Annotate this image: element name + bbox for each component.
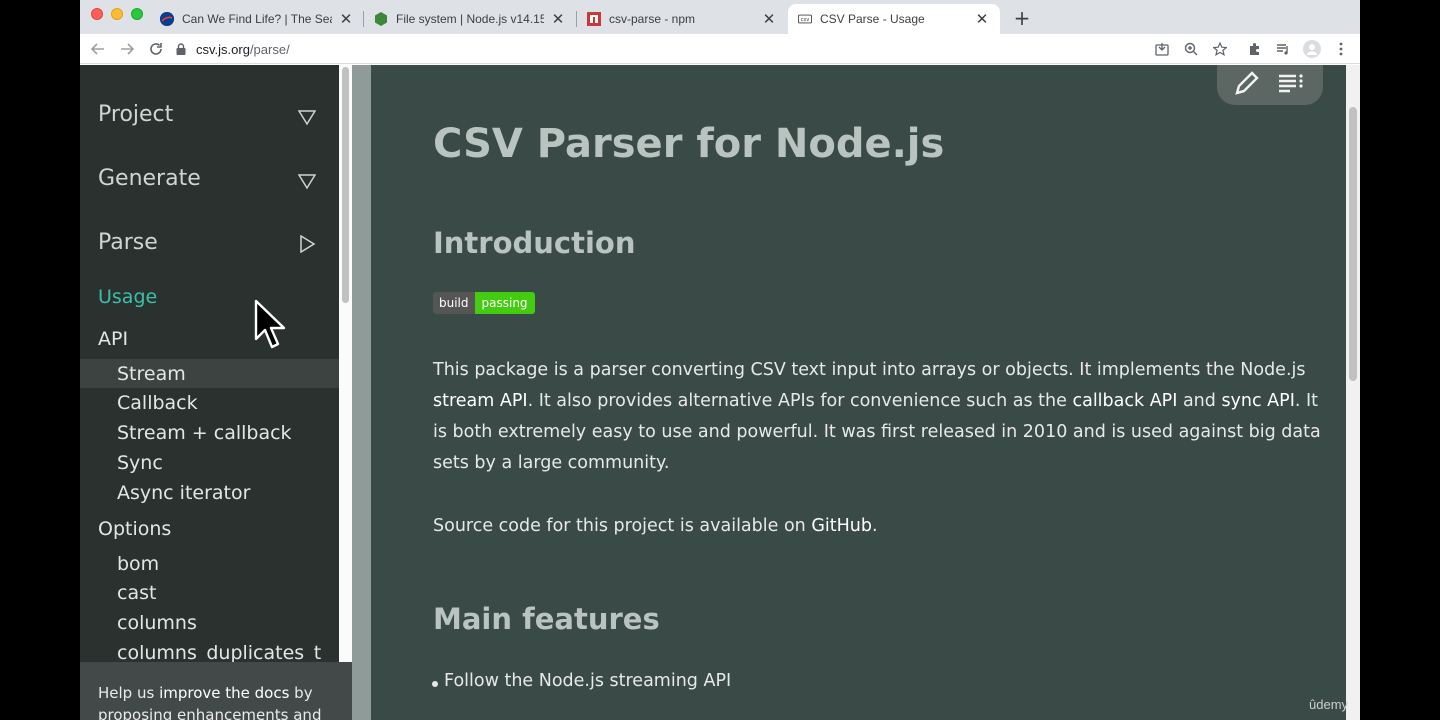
triangle-down-icon[interactable] <box>298 172 316 190</box>
tab-strip: Can We Find Life? | The Search ✕ File sy… <box>80 0 1360 34</box>
profile-avatar-icon[interactable] <box>1303 40 1321 58</box>
github-link[interactable]: GitHub <box>811 516 872 536</box>
sidebar-item-stream[interactable]: Stream <box>117 363 186 385</box>
sidebar-section-label: Parse <box>98 230 158 255</box>
content-gutter <box>352 65 371 720</box>
tab-csv-parse-usage[interactable]: csv CSV Parse - Usage ✕ <box>788 4 1000 34</box>
footer-text: by <box>289 684 313 702</box>
sidebar-nav: Project Generate Parse Usage API Stream … <box>80 65 339 662</box>
footer-line-2: proposing enhancements and <box>98 706 322 720</box>
callback-api-link[interactable]: callback API <box>1072 391 1177 411</box>
sidebar-section-label: Generate <box>98 166 201 191</box>
nodejs-icon <box>374 12 388 26</box>
sidebar-item-columns-duplicates[interactable]: columns_duplicates_t <box>117 642 321 662</box>
sync-api-link[interactable]: sync API <box>1221 391 1294 411</box>
csv-icon: csv <box>798 12 812 26</box>
triangle-right-icon[interactable] <box>298 235 316 253</box>
sidebar-item-columns[interactable]: columns <box>117 612 197 634</box>
sidebar-scrollbar-thumb[interactable] <box>342 67 349 303</box>
sidebar-section-generate[interactable]: Generate <box>98 166 201 191</box>
npm-icon <box>587 12 601 26</box>
install-app-icon[interactable] <box>1153 40 1171 58</box>
features-heading: Main features <box>433 602 660 636</box>
paragraph-text: and <box>1177 391 1222 411</box>
tab-title: csv-parse - npm <box>609 12 696 26</box>
feature-list-item: Follow the Node.js streaming API <box>431 671 732 691</box>
zoom-icon[interactable] <box>1182 40 1200 58</box>
close-icon[interactable]: ✕ <box>550 11 566 28</box>
floating-action-bar <box>1217 65 1323 105</box>
udemy-watermark: ûdemy <box>1309 697 1349 712</box>
forward-icon[interactable] <box>117 39 137 59</box>
main-scrollbar[interactable] <box>1346 65 1360 720</box>
new-tab-button[interactable]: + <box>1010 6 1034 30</box>
triangle-down-icon[interactable] <box>298 108 316 126</box>
tab-nasa[interactable]: Can We Find Life? | The Search ✕ <box>150 4 364 34</box>
footer-text: Help us <box>98 684 160 702</box>
sidebar-item-async-iterator[interactable]: Async iterator <box>117 482 250 504</box>
mouse-pointer-icon <box>254 299 286 349</box>
sidebar-section-parse[interactable]: Parse <box>98 230 158 255</box>
menu-kebab-icon[interactable] <box>1332 40 1350 58</box>
table-of-contents-icon[interactable] <box>1277 71 1305 97</box>
lock-icon <box>176 43 186 55</box>
tab-nodejs[interactable]: File system | Node.js v14.15.4 ✕ <box>364 4 576 34</box>
badge-status: passing <box>474 292 535 314</box>
sidebar-item-options[interactable]: Options <box>98 518 171 540</box>
page-title: CSV Parser for Node.js <box>433 121 945 167</box>
stream-api-link[interactable]: stream API <box>433 391 528 411</box>
sidebar-section-project[interactable]: Project <box>98 102 173 127</box>
maximize-window-button[interactable] <box>131 8 143 20</box>
close-icon[interactable]: ✕ <box>761 11 777 28</box>
tab-title: File system | Node.js v14.15.4 <box>396 12 544 26</box>
intro-paragraph: This package is a parser converting CSV … <box>433 355 1323 479</box>
sidebar-item-usage[interactable]: Usage <box>98 286 157 308</box>
reload-icon[interactable] <box>146 39 166 59</box>
tab-npm[interactable]: csv-parse - npm ✕ <box>577 4 787 34</box>
sidebar-item-sync[interactable]: Sync <box>117 452 163 474</box>
build-status-badge[interactable]: build passing <box>433 292 535 314</box>
footer-line-1: Help us improve the docs by <box>98 682 352 704</box>
sidebar-footer: Help us improve the docs by proposing en… <box>80 662 352 720</box>
main-scrollbar-thumb[interactable] <box>1349 107 1357 381</box>
sidebar-section-label: Project <box>98 102 174 127</box>
sidebar-item-api[interactable]: API <box>98 328 128 350</box>
paragraph-text: . <box>871 516 878 536</box>
address-toolbar: csv.js.org/parse/ <box>80 34 1360 64</box>
minimize-window-button[interactable] <box>111 8 123 20</box>
improve-docs-link[interactable]: improve the docs <box>159 684 289 702</box>
badge-label: build <box>433 292 475 314</box>
paragraph-text: This package is a parser converting CSV … <box>433 360 1306 380</box>
page-content: Project Generate Parse Usage API Stream … <box>80 65 1360 720</box>
paragraph-text: Source code for this project is availabl… <box>433 516 812 536</box>
back-icon[interactable] <box>88 39 108 59</box>
close-icon[interactable]: ✕ <box>338 11 354 28</box>
tab-title: CSV Parse - Usage <box>820 12 925 26</box>
tab-title: Can We Find Life? | The Search <box>182 12 332 26</box>
media-queue-icon[interactable] <box>1274 40 1292 58</box>
bookmark-star-icon[interactable] <box>1211 40 1229 58</box>
browser-window: Can We Find Life? | The Search ✕ File sy… <box>80 0 1360 720</box>
edit-pencil-icon[interactable] <box>1233 71 1261 97</box>
sidebar-item-callback[interactable]: Callback <box>117 392 198 414</box>
nasa-icon <box>160 12 174 26</box>
url-host: csv.js.org <box>196 41 250 57</box>
intro-heading: Introduction <box>433 226 636 260</box>
sidebar-item-cast[interactable]: cast <box>117 582 156 604</box>
close-window-button[interactable] <box>91 8 103 20</box>
sidebar-item-stream-callback[interactable]: Stream + callback <box>117 422 292 444</box>
close-icon[interactable]: ✕ <box>974 11 990 28</box>
url-bar[interactable]: csv.js.org/parse/ <box>176 38 476 60</box>
sidebar-item-bom[interactable]: bom <box>117 553 159 575</box>
source-paragraph: Source code for this project is availabl… <box>433 511 1323 542</box>
extensions-icon[interactable] <box>1246 40 1264 58</box>
sidebar-scrollbar[interactable] <box>339 65 352 662</box>
svg-text:csv: csv <box>801 17 810 23</box>
url-path: /parse/ <box>249 41 290 57</box>
paragraph-text: . It also provides alternative APIs for … <box>527 391 1073 411</box>
